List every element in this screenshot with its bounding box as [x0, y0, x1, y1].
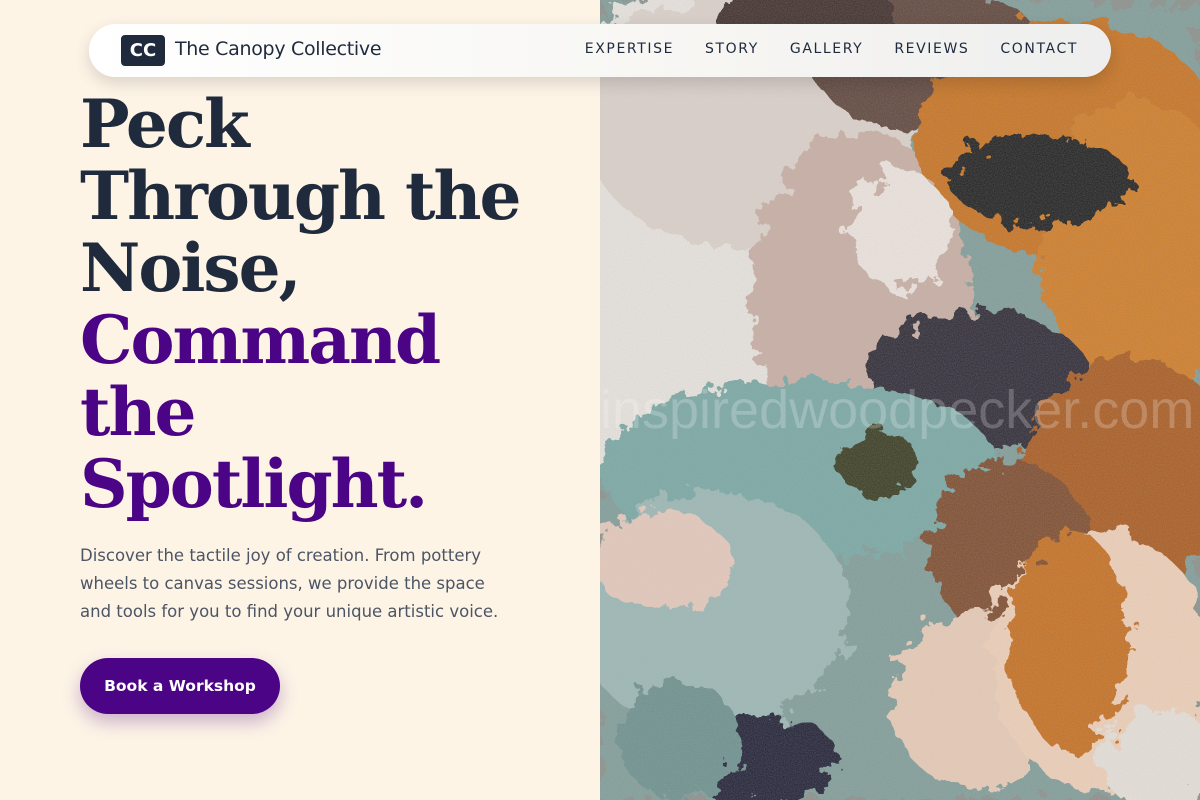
hero-painting-image: inspiredwoodpecker.com: [600, 0, 1200, 800]
headline-accent-line: Command: [80, 301, 441, 379]
headline-accent-line: the: [80, 373, 196, 451]
image-watermark: inspiredwoodpecker.com: [600, 380, 1194, 440]
top-navigation-bar: CC The Canopy Collective EXPERTISE STORY…: [89, 24, 1111, 77]
nav-link-expertise[interactable]: EXPERTISE: [585, 41, 674, 57]
nav-link-reviews[interactable]: REVIEWS: [894, 41, 969, 57]
nav-link-story[interactable]: STORY: [705, 41, 759, 57]
nav-link-gallery[interactable]: GALLERY: [790, 41, 863, 57]
headline-line: Peck: [80, 85, 250, 163]
nav-link-contact[interactable]: CONTACT: [1000, 41, 1078, 57]
brand-logo[interactable]: CC: [121, 35, 165, 66]
hero-headline: Peck Through the Noise, Command the Spot…: [80, 88, 580, 520]
nav-links: EXPERTISE STORY GALLERY REVIEWS CONTACT: [585, 41, 1078, 57]
headline-line: Through the: [80, 157, 521, 235]
headline-line: Noise,: [80, 229, 302, 307]
brand-name[interactable]: The Canopy Collective: [175, 38, 382, 60]
headline-accent-line: Spotlight.: [80, 445, 428, 523]
hero-description: Discover the tactile joy of creation. Fr…: [80, 546, 499, 621]
book-workshop-button[interactable]: Book a Workshop: [80, 658, 280, 714]
